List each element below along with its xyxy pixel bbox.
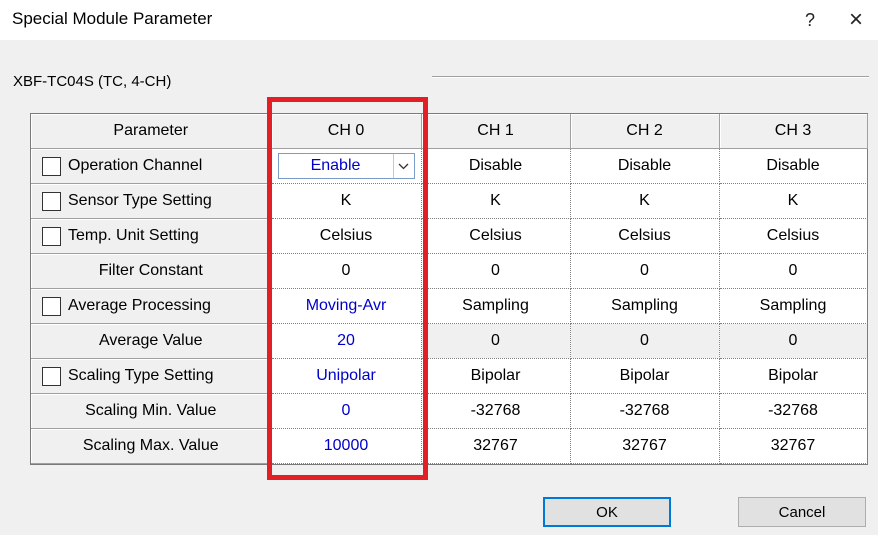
table-row: Filter Constant 0 0 0 0 — [31, 253, 868, 289]
cell-ch0-average-processing[interactable]: Moving-Avr — [271, 288, 422, 324]
cell-ch3-sensor-type[interactable]: K — [719, 183, 868, 219]
param-label: Average Value — [99, 332, 203, 349]
cell-ch3-scaling-min[interactable]: -32768 — [719, 393, 868, 429]
ok-button[interactable]: OK — [543, 497, 671, 527]
table-row: Scaling Type Setting Unipolar Bipolar Bi… — [31, 358, 868, 394]
scaling-type-checkbox[interactable] — [42, 366, 61, 386]
cell-ch3-scaling-type[interactable]: Bipolar — [719, 358, 868, 394]
table-row: Temp. Unit Setting Celsius Celsius Celsi… — [31, 218, 868, 254]
table-row: Operation Channel Enable Disable Disable… — [31, 148, 868, 184]
cell-ch0-temp-unit[interactable]: Celsius — [271, 218, 422, 254]
cell-ch2-filter-constant[interactable]: 0 — [570, 253, 720, 289]
cell-ch2-sensor-type[interactable]: K — [570, 183, 720, 219]
cell-ch2-operation-channel[interactable]: Disable — [570, 148, 720, 184]
cell-ch0-sensor-type[interactable]: K — [271, 183, 422, 219]
cell-ch1-average-processing[interactable]: Sampling — [421, 288, 571, 324]
sensor-type-checkbox[interactable] — [42, 191, 61, 211]
cell-ch2-temp-unit[interactable]: Celsius — [570, 218, 720, 254]
group-divider — [432, 76, 869, 78]
row-param-sensor-type: Sensor Type Setting — [31, 183, 272, 219]
help-button[interactable]: ? — [788, 4, 832, 36]
cell-ch1-scaling-min[interactable]: -32768 — [421, 393, 571, 429]
cell-ch3-scaling-max[interactable]: 32767 — [719, 428, 868, 464]
param-label: Scaling Type Setting — [68, 367, 214, 384]
column-header-ch0: CH 0 — [271, 114, 422, 149]
header-row: Parameter CH 0 CH 1 CH 2 CH 3 — [31, 114, 868, 149]
row-param-scaling-max: Scaling Max. Value — [31, 428, 272, 464]
table-row: Scaling Min. Value 0 -32768 -32768 -3276… — [31, 393, 868, 429]
param-label: Sensor Type Setting — [68, 192, 212, 209]
cell-ch0-scaling-type[interactable]: Unipolar — [271, 358, 422, 394]
table-row: Sensor Type Setting K K K K — [31, 183, 868, 219]
operation-channel-checkbox[interactable] — [42, 156, 61, 176]
cell-ch2-scaling-type[interactable]: Bipolar — [570, 358, 720, 394]
close-button[interactable]: × — [834, 4, 878, 36]
cell-ch0-filter-constant[interactable]: 0 — [271, 253, 422, 289]
param-label: Temp. Unit Setting — [68, 227, 199, 244]
cell-ch3-filter-constant[interactable]: 0 — [719, 253, 868, 289]
param-label: Scaling Min. Value — [85, 402, 217, 419]
table-row: Average Processing Moving-Avr Sampling S… — [31, 288, 868, 324]
row-param-average-processing: Average Processing — [31, 288, 272, 324]
cell-ch3-average-processing[interactable]: Sampling — [719, 288, 868, 324]
cell-ch1-sensor-type[interactable]: K — [421, 183, 571, 219]
cell-ch2-scaling-min[interactable]: -32768 — [570, 393, 720, 429]
cell-ch0-scaling-min[interactable]: 0 — [271, 393, 422, 429]
cell-ch2-scaling-max[interactable]: 32767 — [570, 428, 720, 464]
row-param-scaling-type: Scaling Type Setting — [31, 358, 272, 394]
cell-ch2-average-value: 0 — [570, 323, 720, 359]
title-bar: Special Module Parameter ? × — [0, 0, 878, 40]
parameter-table: Parameter CH 0 CH 1 CH 2 CH 3 Operation … — [31, 114, 868, 464]
row-param-scaling-min: Scaling Min. Value — [31, 393, 272, 429]
column-header-ch1: CH 1 — [421, 114, 571, 149]
module-group-label: XBF-TC04S (TC, 4-CH) — [13, 73, 172, 90]
row-param-temp-unit: Temp. Unit Setting — [31, 218, 272, 254]
cell-ch1-average-value: 0 — [421, 323, 571, 359]
param-label: Operation Channel — [68, 157, 203, 174]
cell-ch1-operation-channel[interactable]: Disable — [421, 148, 571, 184]
column-header-parameter: Parameter — [31, 114, 272, 149]
cell-ch1-filter-constant[interactable]: 0 — [421, 253, 571, 289]
chevron-down-icon[interactable] — [392, 154, 414, 178]
cell-ch0-scaling-max[interactable]: 10000 — [271, 428, 422, 464]
cell-ch2-average-processing[interactable]: Sampling — [570, 288, 720, 324]
cell-ch3-operation-channel[interactable]: Disable — [719, 148, 868, 184]
cell-ch1-scaling-type[interactable]: Bipolar — [421, 358, 571, 394]
cell-ch3-average-value: 0 — [719, 323, 868, 359]
table-row: Average Value 20 0 0 0 — [31, 323, 868, 359]
row-param-operation-channel: Operation Channel — [31, 148, 272, 184]
parameter-grid: Parameter CH 0 CH 1 CH 2 CH 3 Operation … — [30, 113, 868, 465]
window-title: Special Module Parameter — [12, 9, 213, 28]
temp-unit-checkbox[interactable] — [42, 226, 61, 246]
param-label: Filter Constant — [98, 262, 203, 279]
param-label: Average Processing — [68, 297, 211, 314]
cell-ch1-scaling-max[interactable]: 32767 — [421, 428, 571, 464]
cell-ch0-operation-channel[interactable]: Enable — [271, 148, 422, 184]
row-param-average-value: Average Value — [31, 323, 272, 359]
table-row: Scaling Max. Value 10000 32767 32767 327… — [31, 428, 868, 464]
dropdown-value: Enable — [310, 157, 361, 174]
cell-ch3-temp-unit[interactable]: Celsius — [719, 218, 868, 254]
cancel-button[interactable]: Cancel — [738, 497, 866, 527]
average-processing-checkbox[interactable] — [42, 296, 61, 316]
column-header-ch3: CH 3 — [719, 114, 868, 149]
cell-ch0-average-value[interactable]: 20 — [271, 323, 422, 359]
column-header-ch2: CH 2 — [570, 114, 720, 149]
row-param-filter-constant: Filter Constant — [31, 253, 272, 289]
param-label: Scaling Max. Value — [82, 437, 219, 454]
cell-ch1-temp-unit[interactable]: Celsius — [421, 218, 571, 254]
operation-channel-dropdown[interactable]: Enable — [277, 153, 415, 179]
